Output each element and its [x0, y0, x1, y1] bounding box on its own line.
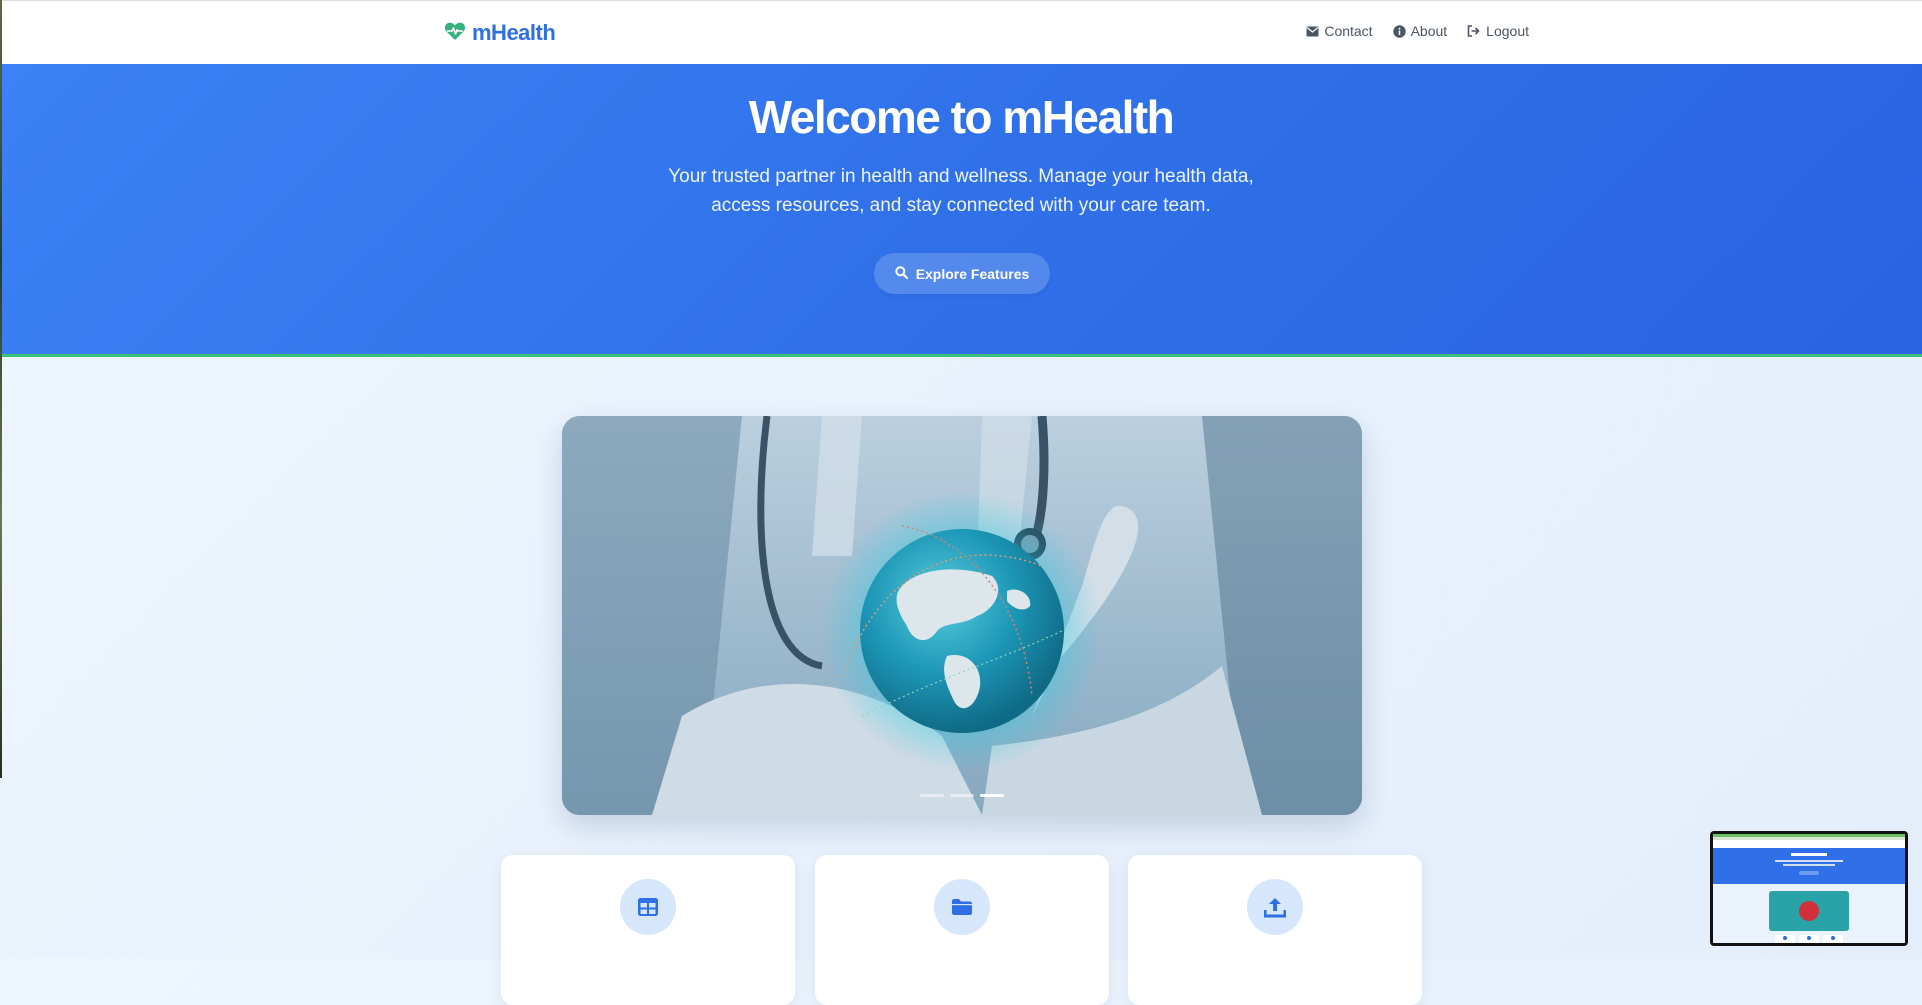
info-circle-icon [1392, 24, 1406, 38]
brand-name: mHealth [472, 20, 556, 45]
top-navbar: mHealth Contact About Logout [0, 0, 1922, 64]
window-edge [0, 0, 2, 778]
heart-pulse-icon [444, 21, 466, 46]
envelope-icon [1306, 26, 1319, 37]
carousel-dot-3[interactable] [980, 794, 1004, 797]
hero-subtitle: Your trusted partner in health and welln… [668, 166, 1254, 216]
nav-logout-label: Logout [1486, 23, 1529, 39]
doctor-holding-globe-image [562, 416, 1362, 815]
page-preview-thumbnail[interactable] [1710, 831, 1908, 946]
carousel-indicators [562, 794, 1362, 797]
table-icon [620, 879, 676, 935]
search-icon [894, 265, 908, 282]
nav-logout-link[interactable]: Logout [1467, 23, 1529, 39]
nav-about-label: About [1410, 23, 1448, 39]
folder-icon [934, 879, 990, 935]
feature-card-dashboard[interactable] [501, 855, 795, 1005]
nav-links: Contact About Logout [1306, 23, 1529, 39]
nav-contact-label: Contact [1324, 23, 1373, 39]
carousel-dot-2[interactable] [950, 794, 974, 797]
brand-logo[interactable]: mHealth [444, 20, 556, 46]
sign-out-icon [1467, 25, 1481, 37]
page-preview-image [1713, 834, 1905, 943]
upload-icon [1247, 879, 1303, 935]
feature-card-files[interactable] [815, 855, 1109, 1005]
nav-about-link[interactable]: About [1392, 23, 1448, 39]
carousel-dot-1[interactable] [920, 794, 944, 797]
nav-contact-link[interactable]: Contact [1306, 23, 1373, 39]
explore-features-label: Explore Features [915, 265, 1030, 282]
hero-title: Welcome to mHealth [748, 91, 1175, 143]
feature-card-upload[interactable] [1128, 855, 1422, 1005]
hero-banner: Welcome to mHealth Your trusted partner … [0, 64, 1922, 357]
explore-features-button[interactable]: Explore Features [874, 253, 1050, 294]
hero-carousel[interactable] [562, 416, 1362, 815]
